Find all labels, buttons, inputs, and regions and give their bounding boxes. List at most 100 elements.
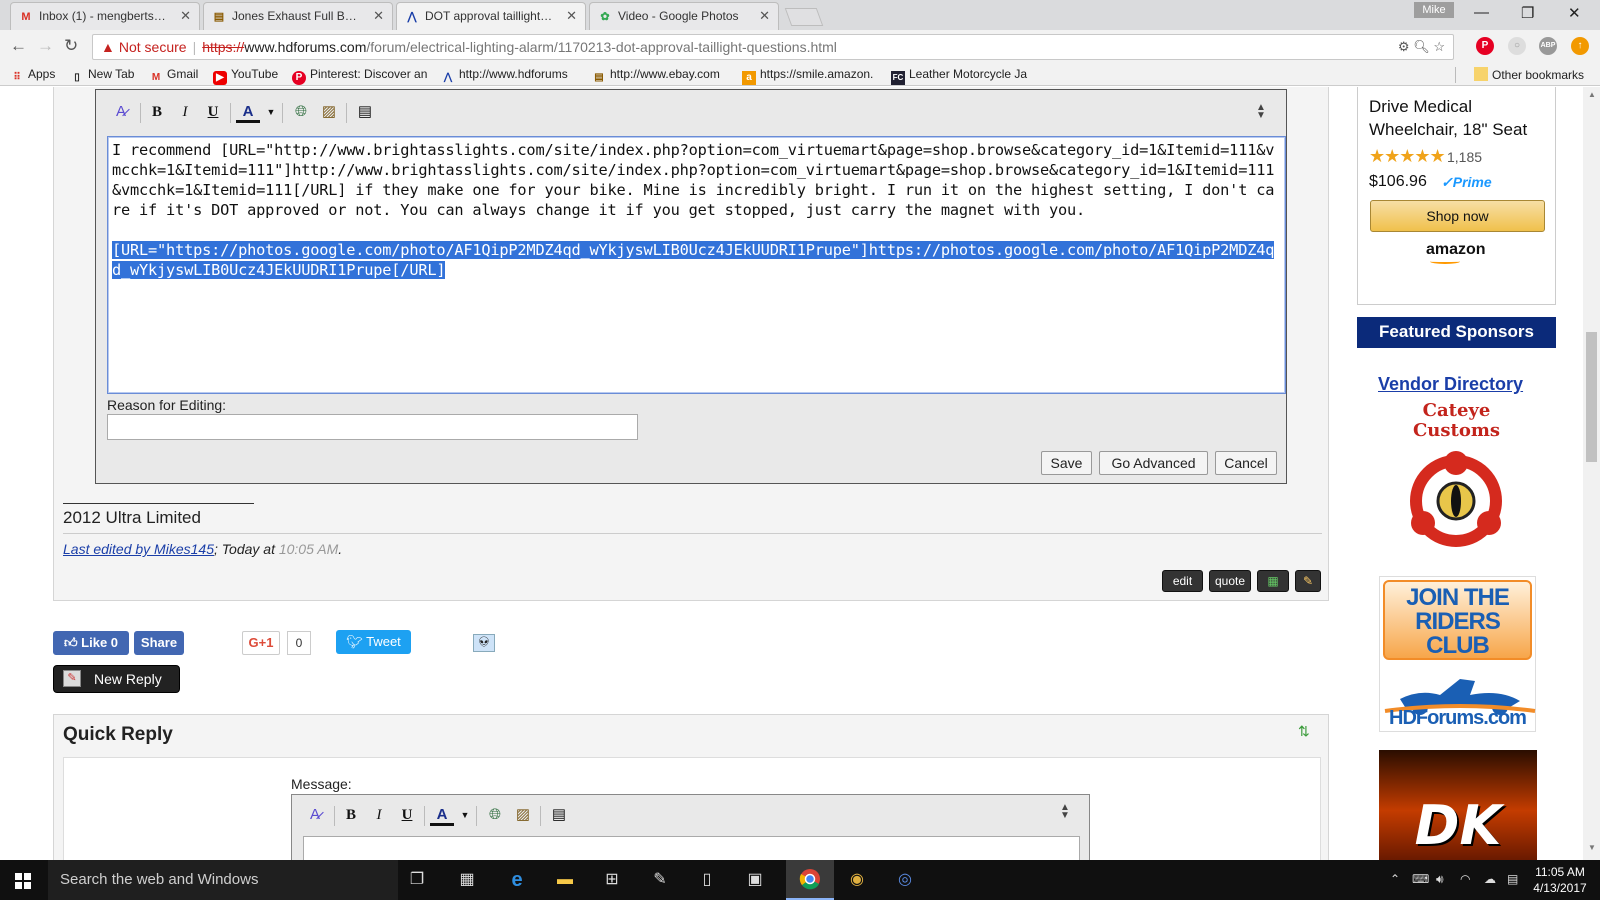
windows-start-icon[interactable] — [15, 873, 31, 889]
close-window-icon[interactable]: ✕ — [1568, 4, 1581, 22]
maximize-icon[interactable]: ❐ — [1521, 4, 1534, 22]
bookmark-new-tab[interactable]: ▯ New Tab — [70, 67, 134, 85]
bookmark-ebay[interactable]: ▤ http://www.ebay.com — [592, 67, 720, 85]
app-icon[interactable]: ◉ — [845, 868, 869, 892]
bold-button[interactable]: B — [340, 804, 362, 826]
underline-button[interactable]: U — [202, 101, 224, 123]
zoom-icon[interactable]: 🔍︎ — [1413, 39, 1430, 54]
file-explorer-icon[interactable]: ▬ — [553, 868, 577, 892]
scroll-down-icon[interactable]: ▼ — [1588, 843, 1596, 852]
scroll-up-icon[interactable]: ▲ — [1588, 90, 1596, 99]
bold-button[interactable]: B — [146, 101, 168, 123]
back-arrow-icon[interactable]: ← — [10, 36, 27, 56]
calculator-icon[interactable]: ▦ — [455, 868, 479, 892]
taskbar-search[interactable]: Search the web and Windows — [48, 860, 398, 900]
quote-icon[interactable]: ▤ — [548, 804, 570, 826]
onedrive-icon[interactable]: ☁ — [1484, 872, 1496, 886]
reload-icon[interactable]: ↻ — [64, 36, 78, 56]
insert-image-icon[interactable]: ▨ — [318, 101, 340, 123]
action-center-icon[interactable]: ▤ — [1507, 872, 1518, 886]
not-secure-label[interactable]: Not secure — [119, 39, 187, 55]
chevron-up-icon[interactable]: ⌃ — [1390, 872, 1400, 886]
last-edited-link[interactable]: Last edited by Mikes145 — [63, 541, 214, 557]
save-button[interactable]: Save — [1041, 451, 1092, 475]
shop-now-button[interactable]: Shop now — [1370, 200, 1545, 232]
close-icon[interactable]: ✕ — [566, 8, 577, 24]
bookmark-youtube[interactable]: ▶ YouTube — [213, 67, 278, 85]
forward-arrow-icon[interactable]: → — [37, 36, 54, 56]
italic-button[interactable]: I — [174, 101, 196, 123]
bookmark-star-icon[interactable]: ☆ — [1433, 39, 1445, 54]
chevron-down-icon[interactable]: ▼ — [454, 804, 476, 826]
font-color-button[interactable]: A — [430, 804, 454, 826]
new-tab-button[interactable] — [784, 8, 824, 26]
new-reply-button[interactable]: ✎ New Reply — [53, 665, 180, 693]
edge-icon[interactable]: e — [505, 868, 529, 892]
update-icon[interactable]: ↑ — [1571, 37, 1589, 55]
cancel-button[interactable]: Cancel — [1215, 451, 1277, 475]
remove-format-icon[interactable]: A̷ — [304, 804, 326, 826]
scrollbar-thumb[interactable] — [1586, 332, 1597, 462]
notepad-icon[interactable]: ▯ — [695, 868, 719, 892]
chevron-down-icon[interactable]: ▼ — [260, 101, 282, 123]
extension-puzzle-icon[interactable]: ⚙ — [1398, 39, 1410, 54]
profile-button[interactable]: Mike — [1414, 2, 1454, 18]
address-bar[interactable]: ▲ Not secure | https://www.hdforums.com/for… — [92, 34, 1454, 60]
insert-link-icon[interactable]: 🌐︎ — [484, 804, 506, 826]
quote-icon[interactable]: ▤ — [354, 101, 376, 123]
media-icon[interactable]: ◎ — [893, 868, 917, 892]
multi-quote-icon[interactable]: ▦ — [1257, 570, 1289, 592]
page-scrollbar[interactable]: ▲ ▼ — [1583, 87, 1600, 860]
bookmark-hdforums[interactable]: ⋀ http://www.hdforums — [441, 67, 568, 85]
bookmark-gmail[interactable]: M Gmail — [149, 67, 199, 85]
extension-icon[interactable]: ○ — [1508, 37, 1526, 55]
insert-image-icon[interactable]: ▨ — [512, 804, 534, 826]
edit-button[interactable]: edit — [1162, 570, 1203, 592]
store-icon[interactable]: ⊞ — [600, 868, 624, 892]
sponsor-dk-custom[interactable]: DK — [1379, 750, 1537, 860]
sponsor-cateye-customs[interactable]: Cateye Customs — [1379, 401, 1534, 558]
system-clock[interactable]: 11:05 AM 4/13/2017 — [1530, 864, 1590, 896]
task-view-icon[interactable]: ❐ — [405, 868, 429, 892]
tweet-button[interactable]: 🐦︎ Tweet — [336, 630, 411, 654]
close-icon[interactable]: ✕ — [180, 8, 191, 24]
go-advanced-button[interactable]: Go Advanced — [1099, 451, 1208, 475]
font-color-button[interactable]: A — [236, 101, 260, 123]
italic-button[interactable]: I — [368, 804, 390, 826]
tab-ebay[interactable]: ▤ Jones Exhaust Full Boar S ✕ — [203, 2, 393, 30]
message-textarea[interactable]: I recommend [URL="http://www.brightassli… — [107, 136, 1286, 394]
vendor-directory-link[interactable]: Vendor Directory — [1378, 374, 1523, 395]
bookmark-apps[interactable]: ⠿ Apps — [10, 67, 55, 85]
bookmark-amazon[interactable]: a https://smile.amazon. — [742, 67, 873, 85]
remove-format-icon[interactable]: A̷ — [110, 101, 132, 123]
ad-product-title[interactable]: Drive Medical Wheelchair, 18" Seat — [1369, 95, 1549, 141]
volume-icon[interactable]: 🔊︎ — [1436, 872, 1444, 887]
keyboard-icon[interactable]: ⌨ — [1412, 872, 1429, 886]
tab-google-photos[interactable]: ✿ Video - Google Photos ✕ — [589, 2, 779, 30]
minimize-icon[interactable]: — — [1474, 4, 1489, 21]
pinterest-extension-icon[interactable]: P — [1476, 37, 1494, 55]
photos-viewer-icon[interactable]: ▣ — [743, 868, 767, 892]
adblock-icon[interactable]: ABP — [1539, 37, 1557, 55]
resize-arrows-icon[interactable]: ▲ ▼ — [1256, 103, 1266, 121]
wifi-icon[interactable]: ◠ — [1460, 872, 1470, 886]
paint-icon[interactable]: ✎ — [648, 868, 672, 892]
reddit-icon[interactable]: 👽︎ — [473, 634, 495, 652]
tab-gmail[interactable]: M Inbox (1) - mengberts70@ ✕ — [10, 2, 200, 30]
insert-link-icon[interactable]: 🌐︎ — [290, 101, 312, 123]
underline-button[interactable]: U — [396, 804, 418, 826]
quick-reply-icon[interactable]: ✎ — [1295, 570, 1321, 592]
close-icon[interactable]: ✕ — [759, 8, 770, 24]
bookmark-leather-jackets[interactable]: FC Leather Motorcycle Ja — [891, 67, 1027, 85]
facebook-like-button[interactable]: 👍︎ Like 0 — [53, 631, 129, 655]
facebook-share-button[interactable]: Share — [134, 631, 184, 655]
quote-button[interactable]: quote — [1209, 570, 1251, 592]
sponsor-riders-club[interactable]: JOIN THE RIDERS CLUB HDForums.com — [1379, 576, 1536, 732]
tab-hdforums[interactable]: ⋀ DOT approval taillight qu ✕ — [396, 2, 586, 31]
close-icon[interactable]: ✕ — [373, 8, 384, 24]
google-plus-button[interactable]: G+1 — [242, 631, 280, 655]
bookmark-other[interactable]: Other bookmarks — [1474, 67, 1584, 82]
collapse-icon[interactable]: ⇅ — [1298, 723, 1310, 740]
bookmark-pinterest[interactable]: P Pinterest: Discover an — [292, 67, 427, 85]
resize-arrows-icon[interactable]: ▲ ▼ — [1060, 803, 1070, 821]
